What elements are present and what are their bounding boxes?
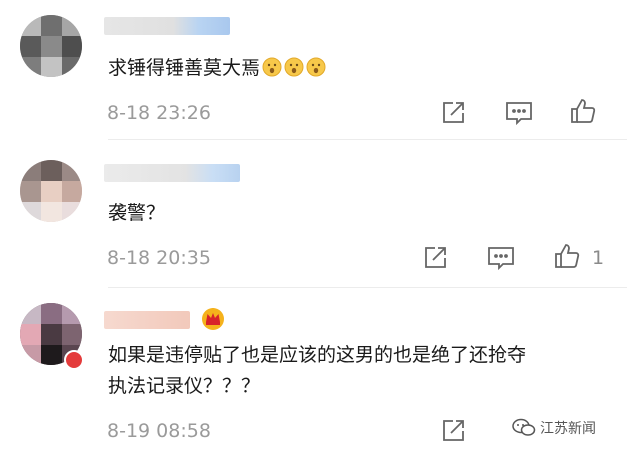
comment-text: 袭警？: [108, 202, 166, 224]
comment-time: 8-18 23:26: [107, 102, 211, 124]
comment-text: 求锤得锤善莫大焉: [108, 53, 326, 84]
share-icon: [443, 420, 464, 441]
username-blurred[interactable]: [104, 17, 230, 35]
hushed-face-emoji-icon: [262, 57, 282, 77]
comment-icon: [506, 102, 532, 126]
comment-item: 求锤得锤善莫大焉 8-18 23:26: [0, 0, 627, 140]
reply-button[interactable]: [486, 243, 516, 273]
comment-text: 如果是违停贴了也是应该的这男的也是绝了还抢夺 执法记录仪？？？: [108, 344, 527, 397]
comment-time: 8-18 20:35: [107, 247, 211, 269]
avatar[interactable]: [20, 160, 82, 222]
comment-item: 袭警？ 8-18 20:35 1: [0, 140, 627, 290]
share-button[interactable]: [438, 98, 468, 128]
like-count: 1: [592, 247, 605, 269]
comment-item: 如果是违停贴了也是应该的这男的也是绝了还抢夺 执法记录仪？？？ 8-19 08:…: [0, 288, 627, 455]
comment-time: 8-19 08:58: [107, 420, 211, 442]
hushed-face-emoji-icon: [306, 57, 326, 77]
reply-button[interactable]: [504, 98, 534, 128]
like-button[interactable]: [552, 241, 582, 271]
share-icon: [425, 247, 446, 268]
share-icon: [443, 102, 464, 123]
avatar-badge: [64, 350, 84, 370]
comment-icon: [488, 247, 514, 271]
thumbs-up-icon: [571, 99, 596, 123]
hushed-face-emoji-icon: [284, 57, 304, 77]
thumbs-up-icon: [555, 244, 580, 268]
like-button[interactable]: [568, 96, 598, 126]
wechat-icon: [512, 418, 536, 436]
crown-badge-icon: [200, 305, 226, 331]
username-blurred[interactable]: [104, 311, 190, 329]
share-button[interactable]: [438, 416, 468, 446]
watermark: 江苏新闻: [512, 418, 596, 438]
share-button[interactable]: [420, 243, 450, 273]
watermark-label: 江苏新闻: [540, 421, 596, 437]
username-blurred[interactable]: [104, 164, 240, 182]
avatar[interactable]: [20, 15, 82, 77]
